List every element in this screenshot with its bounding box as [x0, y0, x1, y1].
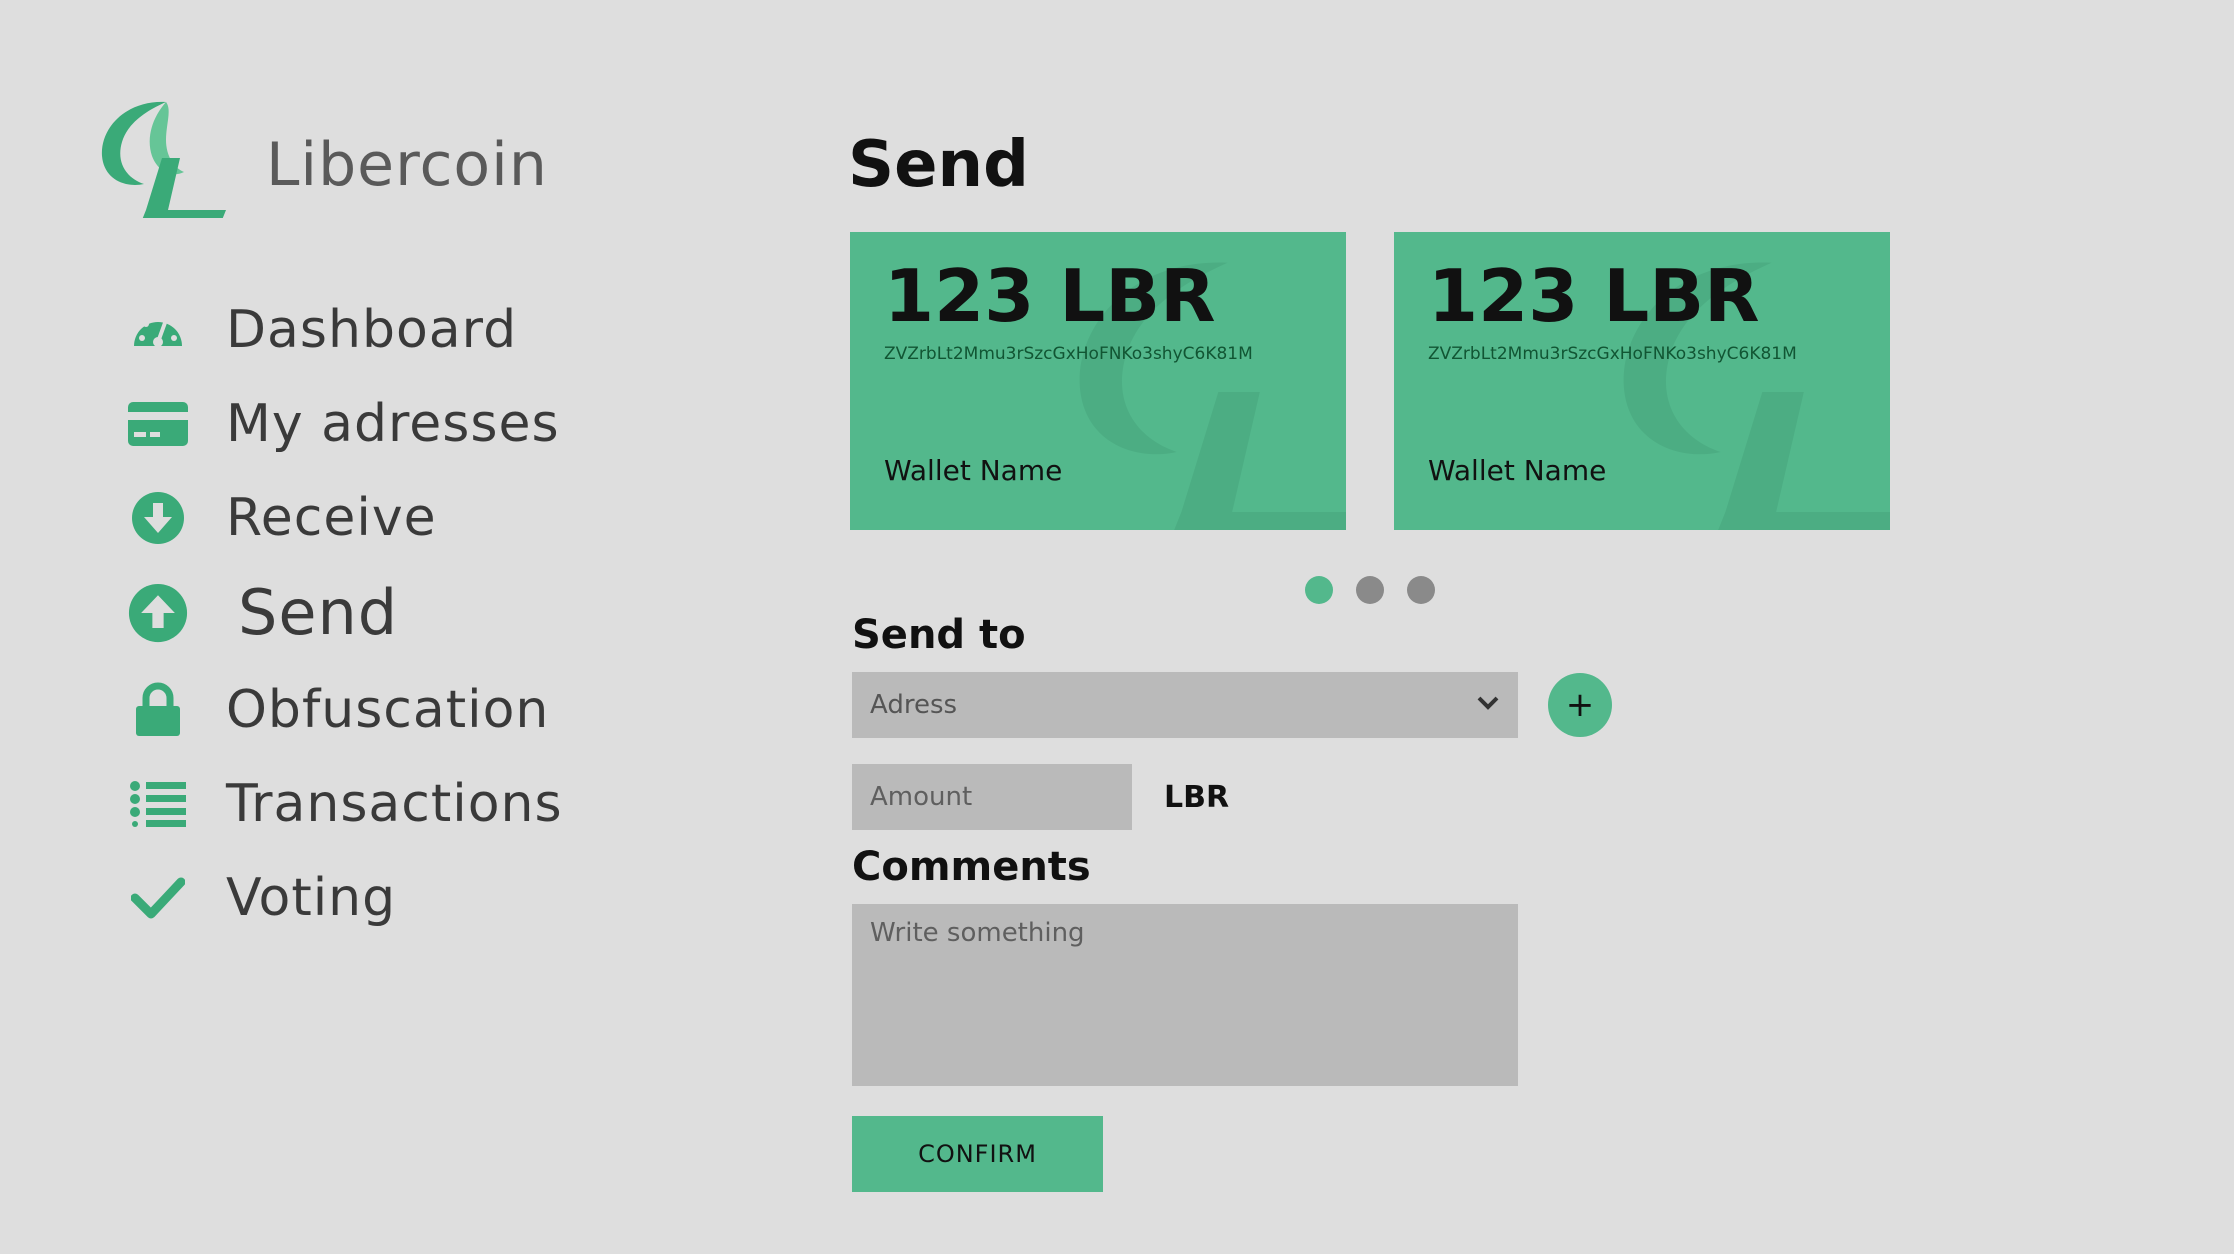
carousel-dot[interactable] — [1305, 576, 1333, 604]
wallet-name: Wallet Name — [1428, 454, 1607, 487]
libercoin-logo-icon — [101, 101, 226, 218]
sidebar-item-transactions[interactable]: Transactions — [128, 774, 563, 834]
send-to-label: Send to — [852, 612, 1026, 658]
sidebar-item-my-adresses[interactable]: My adresses — [128, 394, 560, 454]
wallet-balance: 123 LBR — [1428, 254, 1760, 338]
arrow-down-circle-icon — [128, 488, 188, 548]
wallet-card[interactable]: 123 LBR ZVZrbLt2Mmu3rSzcGxHoFNKo3shyC6K8… — [850, 232, 1346, 530]
currency-label: LBR — [1164, 780, 1230, 815]
wallet-address: ZVZrbLt2Mmu3rSzcGxHoFNKo3shyC6K81M — [1428, 344, 1797, 364]
sidebar-item-label: Transactions — [226, 774, 563, 834]
speedometer-icon — [128, 300, 188, 360]
carousel-pagination — [1305, 576, 1458, 604]
wallet-balance: 123 LBR — [884, 254, 1216, 338]
sidebar-item-label: Voting — [226, 868, 397, 928]
confirm-button[interactable]: CONFIRM — [852, 1116, 1103, 1192]
sidebar-item-label: Dashboard — [226, 300, 518, 360]
comments-label: Comments — [852, 844, 1091, 890]
page-title: Send — [848, 128, 1029, 202]
sidebar-item-label: Send — [238, 576, 399, 649]
wallet-card[interactable]: 123 LBR ZVZrbLt2Mmu3rSzcGxHoFNKo3shyC6K8… — [1394, 232, 1890, 530]
add-address-button[interactable]: + — [1548, 673, 1612, 737]
sidebar-item-receive[interactable]: Receive — [128, 488, 437, 548]
lock-icon — [128, 680, 188, 740]
app-name: Libercoin — [266, 130, 548, 200]
carousel-dot[interactable] — [1356, 576, 1384, 604]
sidebar-item-label: My adresses — [226, 394, 560, 454]
sidebar-item-obfuscation[interactable]: Obfuscation — [128, 680, 549, 740]
carousel-dot[interactable] — [1407, 576, 1435, 604]
checkmark-icon — [128, 868, 188, 928]
amount-input[interactable] — [852, 764, 1132, 830]
address-select-value: Adress — [870, 690, 958, 720]
sidebar-item-dashboard[interactable]: Dashboard — [128, 300, 517, 360]
credit-card-icon — [128, 394, 188, 454]
wallet-address: ZVZrbLt2Mmu3rSzcGxHoFNKo3shyC6K81M — [884, 344, 1253, 364]
sidebar-item-label: Receive — [226, 488, 437, 548]
wallet-name: Wallet Name — [884, 454, 1063, 487]
address-select[interactable]: Adress — [852, 672, 1518, 738]
list-icon — [128, 774, 188, 834]
app-logo: Libercoin — [96, 98, 547, 218]
chevron-down-icon — [1476, 695, 1500, 715]
sidebar-item-send[interactable]: Send — [128, 576, 398, 649]
sidebar-item-label: Obfuscation — [226, 680, 550, 740]
arrow-up-circle-icon — [128, 583, 188, 643]
sidebar-item-voting[interactable]: Voting — [128, 868, 396, 928]
comments-textarea[interactable] — [852, 904, 1518, 1086]
